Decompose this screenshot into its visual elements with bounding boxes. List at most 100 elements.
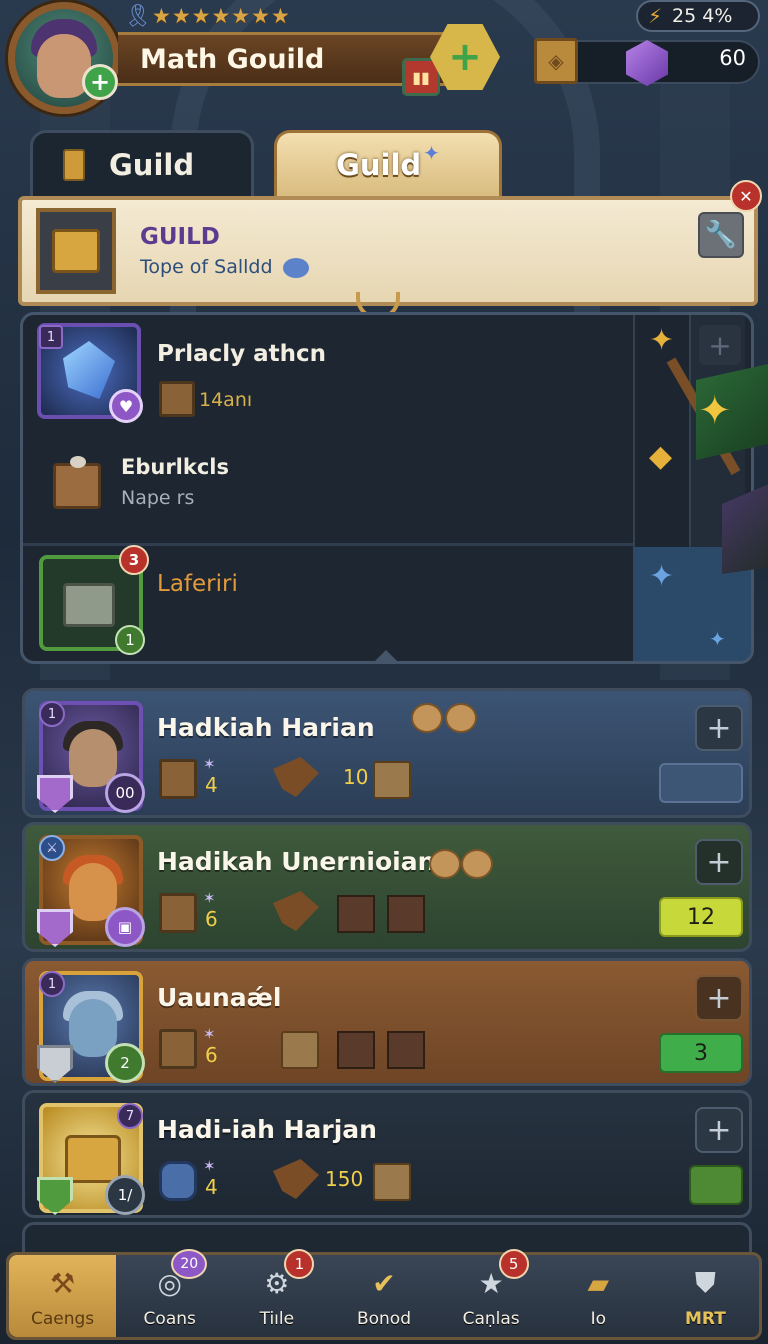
member-name: Hadi-iah Harjan	[157, 1115, 377, 1144]
banner-subtitle: Tope of Salldd	[140, 256, 309, 278]
add-button[interactable]: +	[695, 705, 743, 751]
timer-pill: ⚡ 25 4%	[636, 0, 760, 32]
gem-count: 60	[719, 46, 746, 70]
nav-label: Coans	[143, 1309, 196, 1329]
potato-icon	[429, 849, 461, 879]
banner-title: GUILD	[140, 224, 220, 250]
quest-subtitle: Nape rs	[121, 487, 195, 509]
tab-guild[interactable]: Guild	[30, 130, 254, 196]
nav-item-tile[interactable]: ⚙ 1 Tiıle	[223, 1249, 330, 1337]
lock-icon: ▣	[105, 907, 145, 947]
potato-icon	[411, 703, 443, 733]
member-name: Uaunaǽl	[157, 983, 282, 1012]
sparkle-icon: ✶	[203, 1025, 216, 1043]
potato-icon	[461, 849, 493, 879]
gift-icon	[53, 456, 101, 509]
member-rank-icon: ⚔	[39, 835, 65, 861]
add-button[interactable]: +	[695, 975, 743, 1021]
sparkle-icon: ✦	[423, 140, 440, 165]
nav-label: Bonod	[356, 1309, 411, 1329]
nav-item-mrt[interactable]: ⛊ MRT	[652, 1255, 759, 1337]
member-level: 2	[105, 1043, 145, 1083]
nav-item-coans[interactable]: ◎ 20 Coans	[116, 1249, 223, 1337]
nav-item-caengs[interactable]: ⚒ Caengs	[9, 1255, 117, 1337]
crate-icon	[373, 1163, 411, 1201]
add-button[interactable]: +	[699, 325, 741, 365]
add-button[interactable]: +	[695, 1107, 743, 1153]
nav-item-io[interactable]: ▰ Io	[545, 1255, 652, 1337]
star-icon: ✦	[649, 323, 675, 358]
guild-stars: ★★★★★★★	[152, 4, 291, 28]
notification-badge: 1	[284, 1249, 315, 1279]
quest-title: Prlacly athcn	[157, 341, 327, 367]
crystal-staff-icon	[63, 341, 115, 399]
treasure-box-icon	[52, 229, 100, 273]
star-icon: ◆	[649, 439, 673, 474]
member-row[interactable]: 1 2 Uaunaǽl ✶ 6 + 3	[22, 958, 752, 1086]
star-icon: ✦	[649, 559, 675, 594]
nav-label: Tiıle	[259, 1309, 295, 1329]
member-portrait: 7 1/	[37, 1103, 145, 1215]
close-icon[interactable]: ✕	[730, 180, 762, 212]
sparkle-icon: ✶	[203, 755, 216, 773]
quest-title: Laferiri	[157, 571, 238, 597]
crossbow-icon	[387, 1031, 425, 1069]
member-stat: 4	[205, 1175, 218, 1199]
lightning-icon: ⚡	[648, 4, 663, 28]
nav-item-canlas[interactable]: ★ 5 Caṇlas	[438, 1249, 545, 1337]
add-friend-button[interactable]: +	[82, 64, 118, 100]
hammer-icon	[273, 1159, 319, 1199]
timer-value: 25 4%	[672, 5, 733, 27]
quest-subtitle: 14anı	[199, 389, 253, 411]
member-rank: 7	[117, 1103, 143, 1129]
score-box: 3	[659, 1033, 743, 1073]
notification-badge: 3	[119, 545, 149, 575]
crate-icon	[281, 1031, 319, 1069]
wrench-button[interactable]: 🔧	[698, 212, 744, 258]
check-badge-icon: ✔	[372, 1266, 396, 1300]
member-row[interactable]: 1 00 Hadkiah Harian ✶ 4 10 +	[22, 688, 752, 818]
treasure-box-icon	[65, 1135, 121, 1183]
member-name: Hadikah Unernioiane	[157, 847, 453, 876]
sparkle-icon: ✶	[203, 889, 216, 907]
quest-card[interactable]: 3 1	[39, 545, 149, 655]
quest-panel: 1 ♥ Prlacly athcn 14anı Eburlkcls Nape r…	[20, 312, 754, 664]
rank-medal-icon: 🎗	[124, 4, 152, 29]
panel-notch	[374, 650, 398, 662]
nav-label: Io	[590, 1309, 606, 1329]
hammer-icon: ⚒	[50, 1266, 76, 1300]
score-box: 12	[659, 897, 743, 937]
crossbow-icon	[387, 895, 425, 933]
hammer-icon	[273, 891, 319, 931]
blob-icon	[282, 257, 309, 278]
member-portrait: 1 00	[37, 701, 145, 813]
quest-rank: 1	[39, 325, 63, 349]
member-row[interactable]: 7 1/ Hadi-iah Harjan ✶ 4 150 +	[22, 1090, 752, 1218]
member-name: Hadkiah Harian	[157, 713, 375, 742]
member-rank: 1	[39, 971, 65, 997]
bottom-nav: ⚒ Caengs ◎ 20 Coans ⚙ 1 Tiıle ✔ Bonod ★ …	[6, 1249, 762, 1340]
member-stat: 6	[205, 907, 218, 931]
sparkle-icon: ✶	[203, 1157, 216, 1175]
crate-icon	[159, 759, 197, 799]
crate-icon	[159, 1029, 197, 1069]
add-button[interactable]: +	[695, 839, 743, 885]
flag-star-icon: ✦	[698, 388, 732, 434]
hammer-icon	[273, 757, 319, 797]
member-level: 1/	[105, 1175, 145, 1215]
tab-guild-active[interactable]: Guild ✦	[274, 130, 502, 196]
member-stat: 4	[205, 773, 218, 797]
quest-card[interactable]: 1 ♥	[37, 323, 143, 423]
potato-icon	[445, 703, 477, 733]
crate-icon[interactable]: ◈	[534, 38, 578, 84]
guild-emblem	[36, 208, 116, 294]
nav-item-bonod[interactable]: ✔ Bonod	[330, 1255, 437, 1337]
nav-label: Caṇlas	[462, 1309, 520, 1329]
member-row[interactable]: ⚔ ▣ Hadikah Unernioiane ✶ 6 + 12	[22, 822, 752, 952]
heart-badge-icon: ♥	[109, 389, 143, 423]
crate-icon	[159, 893, 197, 933]
shield-icon	[37, 909, 73, 947]
armor-icon	[37, 1045, 73, 1083]
leaf-icon	[37, 1177, 73, 1215]
crate-icon: ▰	[587, 1266, 610, 1300]
